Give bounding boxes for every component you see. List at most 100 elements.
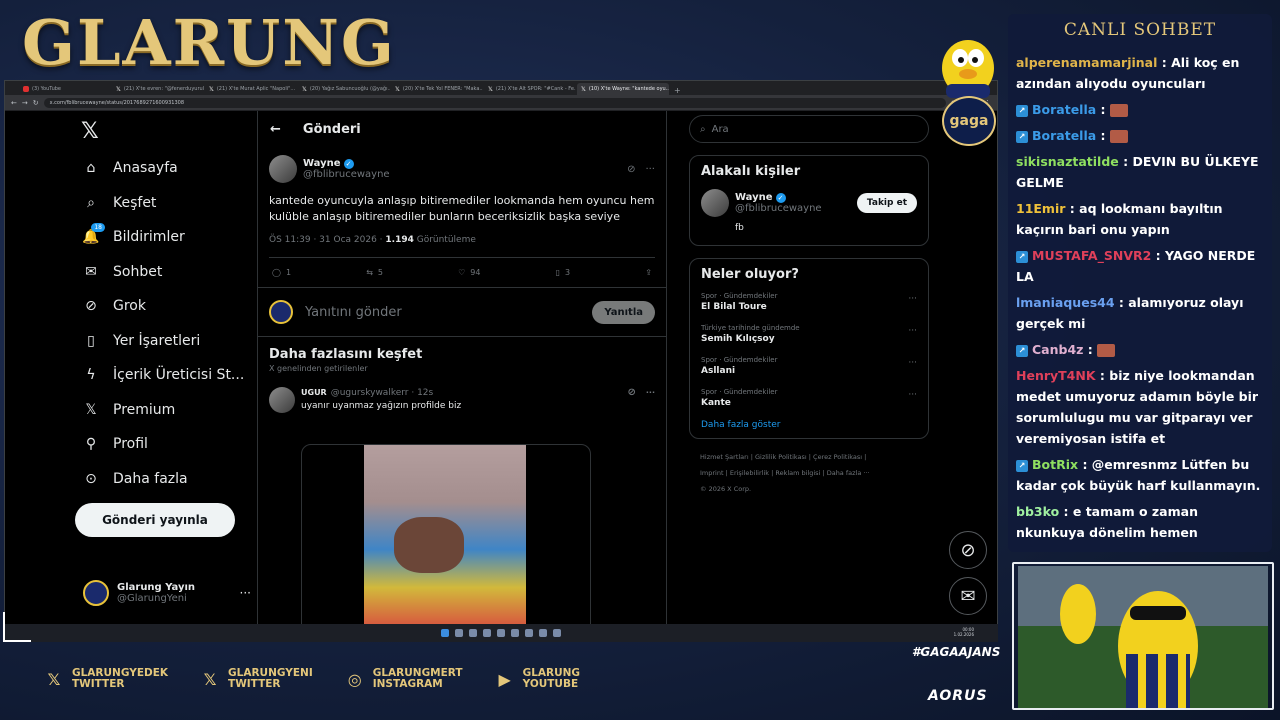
browser-tab[interactable]: 𝕏 (21) X'te Alt SPOR: "#Cank - Fe... bbox=[484, 83, 576, 95]
x-logo-icon[interactable]: 𝕏 bbox=[81, 119, 99, 144]
chat-username[interactable]: 11Emir bbox=[1016, 201, 1065, 216]
tweet-author-handle[interactable]: @fblibrucewayne bbox=[303, 169, 390, 180]
nav-item[interactable]: ⊘ Grok bbox=[81, 293, 146, 319]
browser-tab[interactable]: 𝕏 (21) X'te Murat Aplic "Napoli"... bbox=[205, 83, 297, 95]
grok-icon[interactable]: ⊘ bbox=[949, 531, 987, 569]
post-author-name[interactable]: UGUR bbox=[301, 388, 327, 397]
user-badge-icon: ↗ bbox=[1016, 250, 1028, 263]
share-button[interactable]: ⇪ bbox=[645, 268, 652, 277]
windows-start-icon[interactable] bbox=[441, 629, 449, 637]
grok-icon[interactable]: ⊘ bbox=[627, 164, 635, 175]
nav-item[interactable]: 𝕏 Premium bbox=[81, 397, 175, 423]
chrome-icon[interactable] bbox=[539, 629, 547, 637]
reply-composer: Yanıtını gönder Yanıtla bbox=[258, 288, 666, 337]
video-frame[interactable] bbox=[364, 445, 526, 625]
post-author-handle[interactable]: @ugurskywalkerr · 12s bbox=[331, 388, 434, 398]
nav-item[interactable]: ⚲ Profil bbox=[81, 431, 148, 457]
trend-item[interactable]: Türkiye tarihinde gündemde Semih Kılıçsoy… bbox=[701, 324, 917, 344]
trend-item[interactable]: Spor · Gündemdekiler Kante ··· bbox=[701, 388, 917, 408]
chat-username[interactable]: sikisnaztatilde bbox=[1016, 154, 1119, 169]
reload-icon[interactable]: ↻ bbox=[33, 99, 39, 107]
nav-item[interactable]: ⌕ Keşfet bbox=[81, 190, 156, 216]
nav-item[interactable]: ⌂ Anasayfa bbox=[81, 155, 178, 181]
chat-username[interactable]: Boratella bbox=[1032, 102, 1096, 117]
address-bar[interactable]: x.com/fblibrucewayne/status/201768927160… bbox=[43, 97, 946, 108]
chat-message: lmaniaques44 : alamıyoruz olayı gerçek m… bbox=[1016, 292, 1264, 334]
x-logo-icon: 𝕏 bbox=[209, 85, 214, 93]
avatar[interactable] bbox=[701, 189, 729, 217]
search-icon[interactable] bbox=[455, 629, 463, 637]
nav-item[interactable]: 🔔 18 Bildirimler bbox=[81, 223, 185, 250]
nav-item[interactable]: ⊙ Daha fazla bbox=[81, 466, 188, 492]
post-button[interactable]: Gönderi yayınla bbox=[75, 503, 235, 537]
new-tab-icon[interactable]: + bbox=[670, 86, 685, 95]
app-icon[interactable] bbox=[525, 629, 533, 637]
more-icon[interactable]: ··· bbox=[908, 326, 917, 336]
browser-tab[interactable]: 𝕏 (20) Yağız Sabuncuoğlu (@yağı... bbox=[298, 83, 390, 95]
trend-item[interactable]: Spor · Gündemdekiler El Bilal Toure ··· bbox=[701, 292, 917, 312]
reply-input[interactable]: Yanıtını gönder bbox=[305, 305, 580, 320]
like-button[interactable]: ♡ 94 bbox=[458, 268, 480, 277]
footer-links[interactable]: Imprint | Erişilebilirlik | Reklam bilgi… bbox=[700, 465, 929, 481]
reply-submit-button[interactable]: Yanıtla bbox=[592, 300, 655, 324]
chat-username[interactable]: BotRix bbox=[1032, 457, 1078, 472]
more-icon[interactable]: ··· bbox=[240, 586, 251, 600]
chat-username[interactable]: Boratella bbox=[1032, 128, 1096, 143]
chat-username[interactable]: Canb4z bbox=[1032, 342, 1083, 357]
grok-icon[interactable]: ⊘ bbox=[627, 387, 635, 398]
bookmark-icon: ▯ bbox=[87, 332, 95, 349]
avatar[interactable] bbox=[269, 155, 297, 183]
x-logo-icon: 𝕏 bbox=[116, 85, 121, 93]
nav-item[interactable]: ✉ Sohbet bbox=[81, 259, 162, 285]
more-icon[interactable]: ··· bbox=[908, 390, 917, 400]
show-more-link[interactable]: Daha fazla göster bbox=[701, 420, 917, 430]
avatar[interactable] bbox=[269, 387, 295, 413]
trend-item[interactable]: Spor · Gündemdekiler Asllani ··· bbox=[701, 356, 917, 376]
trends-title: Neler oluyor? bbox=[701, 267, 799, 282]
bookmark-button[interactable]: ▯ 3 bbox=[556, 268, 571, 277]
trend-category: Spor · Gündemdekiler bbox=[701, 388, 778, 396]
store-icon[interactable] bbox=[497, 629, 505, 637]
chat-username[interactable]: HenryT4NK bbox=[1016, 368, 1096, 383]
browser-tab[interactable]: 𝕏 (21) X'te evren: "@fenerduyurul... bbox=[112, 83, 204, 95]
tweet-time[interactable]: ÖS 11:39 · 31 Oca 2026 · bbox=[269, 235, 385, 245]
more-icon[interactable]: ··· bbox=[645, 164, 655, 175]
browser-tab[interactable]: 𝕏 (20) X'te Tek Yol FENER: "Maka... bbox=[391, 83, 483, 95]
related-name[interactable]: Wayne bbox=[735, 192, 773, 203]
nav-item-label: Daha fazla bbox=[113, 470, 188, 487]
chat-username[interactable]: alperenamamarjinal bbox=[1016, 55, 1157, 70]
back-arrow-icon[interactable]: ← bbox=[270, 122, 281, 137]
follow-button[interactable]: Takip et bbox=[856, 193, 917, 213]
retweet-button[interactable]: ⇆ 5 bbox=[366, 268, 383, 277]
system-tray[interactable]: 00:00 1.02.2026 bbox=[954, 627, 974, 637]
browser-tab[interactable]: 𝕏 (10) X'te Wayne: "kantede oyu... bbox=[577, 83, 669, 95]
back-icon[interactable]: ← bbox=[11, 99, 17, 107]
footer-links[interactable]: Hizmet Şartları | Gizlilik Politikası | … bbox=[700, 449, 929, 465]
more-icon[interactable]: ··· bbox=[908, 358, 917, 368]
forward-icon[interactable]: → bbox=[22, 99, 28, 107]
reply-button[interactable]: ◯ 1 bbox=[272, 268, 291, 277]
chat-username[interactable]: bb3ko bbox=[1016, 504, 1059, 519]
browser-tab[interactable]: (3) YouTube bbox=[19, 83, 111, 95]
nav-item[interactable]: ▯ Yer İşaretleri bbox=[81, 328, 200, 354]
mail-icon[interactable]: ✉ bbox=[949, 577, 987, 615]
nav-item-label: Keşfet bbox=[113, 194, 157, 211]
search-input[interactable]: ⌕ Ara bbox=[689, 115, 929, 143]
app-icon[interactable] bbox=[553, 629, 561, 637]
chat-username[interactable]: lmaniaques44 bbox=[1016, 295, 1115, 310]
account-switcher[interactable]: Glarung Yayın @GlarungYeni ··· bbox=[83, 575, 251, 611]
notification-badge: 18 bbox=[91, 223, 105, 232]
chat-username[interactable]: MUSTAFA_SNVR2 bbox=[1032, 248, 1151, 263]
related-handle[interactable]: @fblibrucewayne bbox=[735, 203, 822, 214]
nav-item[interactable]: ϟ İçerik Üreticisi St... bbox=[81, 362, 244, 388]
post-video[interactable] bbox=[301, 444, 591, 625]
verified-icon: ✓ bbox=[343, 158, 354, 169]
more-icon[interactable]: ··· bbox=[908, 294, 917, 304]
more-icon[interactable]: ··· bbox=[646, 388, 655, 397]
edge-icon[interactable] bbox=[511, 629, 519, 637]
folder-icon[interactable] bbox=[483, 629, 491, 637]
recommended-post[interactable]: UGUR @ugurskywalkerr · 12s ⊘ ··· uyanır uy… bbox=[269, 387, 655, 413]
tweet-author-name[interactable]: Wayne bbox=[303, 158, 341, 169]
chat-message: 11Emir : aq lookmanı bayıltın kaçırın ba… bbox=[1016, 198, 1264, 240]
taskview-icon[interactable] bbox=[469, 629, 477, 637]
